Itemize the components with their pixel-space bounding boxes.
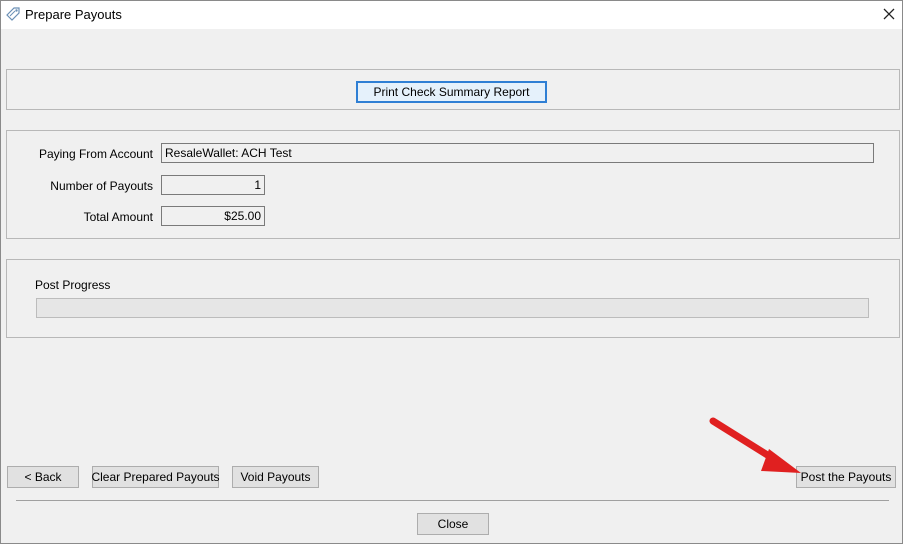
close-icon[interactable] — [878, 3, 900, 25]
payout-tag-icon — [5, 6, 21, 22]
red-arrow-icon — [709, 417, 801, 473]
total-amount-field: $25.00 — [161, 206, 265, 226]
post-progress-bar — [36, 298, 869, 318]
summary-panel: Paying From Account ResaleWallet: ACH Te… — [6, 130, 900, 239]
print-check-summary-report-button[interactable]: Print Check Summary Report — [356, 81, 547, 103]
total-amount-label: Total Amount — [83, 210, 153, 224]
clear-prepared-payouts-button[interactable]: Clear Prepared Payouts — [91, 466, 220, 488]
post-progress-label: Post Progress — [35, 278, 111, 292]
paying-from-label: Paying From Account — [38, 147, 153, 161]
post-the-payouts-button[interactable]: Post the Payouts — [796, 466, 896, 488]
number-of-payouts-label: Number of Payouts — [50, 179, 153, 193]
number-of-payouts-field: 1 — [161, 175, 265, 195]
footer-separator — [16, 500, 889, 501]
paying-from-field: ResaleWallet: ACH Test — [161, 143, 874, 163]
back-button[interactable]: < Back — [7, 466, 79, 488]
prepare-payouts-window: Prepare Payouts Print Check Summary Repo… — [0, 0, 903, 544]
title-bar: Prepare Payouts — [1, 1, 902, 29]
void-payouts-button[interactable]: Void Payouts — [232, 466, 319, 488]
window-title: Prepare Payouts — [25, 7, 122, 22]
progress-panel: Post Progress — [6, 259, 900, 338]
report-panel: Print Check Summary Report — [6, 69, 900, 110]
close-button[interactable]: Close — [417, 513, 489, 535]
